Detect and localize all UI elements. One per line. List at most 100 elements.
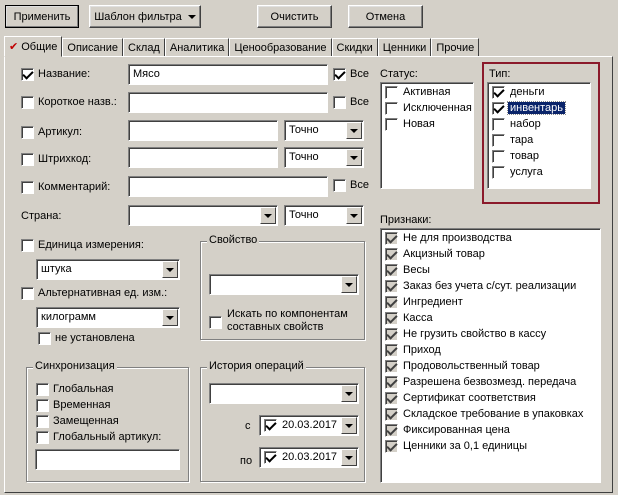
name-checkbox[interactable]: [21, 68, 34, 81]
type-goods-checkbox[interactable]: [492, 150, 505, 163]
date-to-picker[interactable]: 20.03.2017: [259, 447, 359, 468]
chevron-down-icon[interactable]: [162, 309, 178, 326]
feature-checkbox[interactable]: [385, 424, 398, 437]
tab-other[interactable]: Прочие: [431, 38, 480, 57]
feature-checkbox[interactable]: [385, 344, 398, 357]
list-item[interactable]: Приход: [383, 343, 598, 359]
country-match-select[interactable]: Точно: [284, 205, 364, 226]
feature-checkbox[interactable]: [385, 408, 398, 421]
list-item[interactable]: Не грузить свойство в кассу: [383, 327, 598, 343]
unit-checkbox[interactable]: [21, 239, 34, 252]
list-item[interactable]: Заказ без учета с/сут. реализации: [383, 279, 598, 295]
chevron-down-icon[interactable]: [162, 261, 178, 278]
chevron-down-icon[interactable]: [341, 417, 357, 434]
tab-pricing[interactable]: Ценообразование: [229, 38, 332, 57]
filter-template-button[interactable]: Шаблон фильтра: [89, 5, 201, 28]
list-item[interactable]: Сертификат соответствия: [383, 391, 598, 407]
apply-button[interactable]: Применить: [5, 5, 79, 28]
article-checkbox[interactable]: [21, 126, 34, 139]
sync-global-checkbox[interactable]: [36, 383, 49, 396]
list-item[interactable]: товар: [490, 149, 588, 165]
comment-input[interactable]: [128, 176, 328, 197]
sync-temporary-checkbox[interactable]: [36, 399, 49, 412]
short-name-input[interactable]: [128, 92, 328, 113]
tab-price-tags[interactable]: Ценники: [377, 38, 432, 57]
type-inventory-checkbox[interactable]: [492, 102, 505, 115]
tab-description[interactable]: Описание: [62, 38, 124, 57]
alt-unit-select[interactable]: килограмм: [36, 307, 180, 328]
type-set-checkbox[interactable]: [492, 118, 505, 131]
type-money-checkbox[interactable]: [492, 86, 505, 99]
type-container-checkbox[interactable]: [492, 134, 505, 147]
list-item[interactable]: Не для производства: [383, 231, 598, 247]
property-select[interactable]: [209, 274, 359, 295]
chevron-down-icon[interactable]: [260, 207, 276, 224]
unit-select[interactable]: штука: [36, 259, 180, 280]
list-item[interactable]: инвентарь: [490, 101, 588, 117]
status-excluded-checkbox[interactable]: [385, 102, 398, 115]
sync-global-article-checkbox[interactable]: [36, 431, 49, 444]
barcode-input[interactable]: [128, 147, 278, 168]
list-item[interactable]: Продовольственный товар: [383, 359, 598, 375]
chevron-down-icon[interactable]: [346, 207, 362, 224]
feature-checkbox[interactable]: [385, 392, 398, 405]
comment-all-checkbox[interactable]: [333, 179, 346, 192]
status-new-checkbox[interactable]: [385, 118, 398, 131]
list-item[interactable]: Весы: [383, 263, 598, 279]
list-item[interactable]: Новая: [383, 117, 471, 133]
short-name-all-checkbox[interactable]: [333, 96, 346, 109]
feature-checkbox[interactable]: [385, 440, 398, 453]
list-item[interactable]: деньги: [490, 85, 588, 101]
feature-checkbox[interactable]: [385, 232, 398, 245]
tab-analytics[interactable]: Аналитика: [164, 38, 230, 57]
global-article-input[interactable]: [35, 449, 180, 470]
status-active-checkbox[interactable]: [385, 86, 398, 99]
history-select[interactable]: [209, 383, 359, 404]
comment-checkbox[interactable]: [21, 181, 34, 194]
tab-general[interactable]: ✔ Общие: [4, 36, 63, 57]
date-from-picker[interactable]: 20.03.2017: [259, 415, 359, 436]
name-all-checkbox[interactable]: [333, 68, 346, 81]
feature-checkbox[interactable]: [385, 248, 398, 261]
sync-replaced-checkbox[interactable]: [36, 415, 49, 428]
list-item[interactable]: Активная: [383, 85, 471, 101]
barcode-checkbox[interactable]: [21, 153, 34, 166]
feature-checkbox[interactable]: [385, 360, 398, 373]
cancel-button[interactable]: Отмена: [348, 5, 423, 28]
list-item[interactable]: Ценники за 0,1 единицы: [383, 439, 598, 455]
feature-checkbox[interactable]: [385, 328, 398, 341]
feature-checkbox[interactable]: [385, 264, 398, 277]
list-item[interactable]: услуга: [490, 165, 588, 181]
name-input[interactable]: Мясо: [128, 64, 328, 85]
barcode-match-select[interactable]: Точно: [284, 147, 364, 168]
list-item[interactable]: Ингредиент: [383, 295, 598, 311]
chevron-down-icon[interactable]: [346, 122, 362, 139]
search-components-checkbox[interactable]: [209, 316, 222, 329]
short-name-checkbox[interactable]: [21, 96, 34, 109]
date-to-checkbox[interactable]: [264, 451, 277, 464]
chevron-down-icon[interactable]: [346, 149, 362, 166]
list-item[interactable]: тара: [490, 133, 588, 149]
article-input[interactable]: [128, 120, 278, 141]
list-item[interactable]: Касса: [383, 311, 598, 327]
date-from-checkbox[interactable]: [264, 419, 277, 432]
not-set-checkbox[interactable]: [38, 332, 51, 345]
clear-button[interactable]: Очистить: [257, 5, 332, 28]
list-item[interactable]: Складское требование в упаковках: [383, 407, 598, 423]
list-item[interactable]: Фиксированная цена: [383, 423, 598, 439]
feature-checkbox[interactable]: [385, 296, 398, 309]
list-item[interactable]: Разрешена безвозмезд. передача: [383, 375, 598, 391]
tab-discounts[interactable]: Скидки: [331, 38, 378, 57]
list-item[interactable]: Исключенная: [383, 101, 472, 117]
chevron-down-icon[interactable]: [341, 449, 357, 466]
feature-checkbox[interactable]: [385, 312, 398, 325]
list-item[interactable]: набор: [490, 117, 588, 133]
article-match-select[interactable]: Точно: [284, 120, 364, 141]
alt-unit-checkbox[interactable]: [21, 287, 34, 300]
country-select[interactable]: [128, 205, 278, 226]
feature-checkbox[interactable]: [385, 376, 398, 389]
type-service-checkbox[interactable]: [492, 166, 505, 179]
tab-warehouse[interactable]: Склад: [123, 38, 165, 57]
feature-checkbox[interactable]: [385, 280, 398, 293]
chevron-down-icon[interactable]: [341, 385, 357, 402]
